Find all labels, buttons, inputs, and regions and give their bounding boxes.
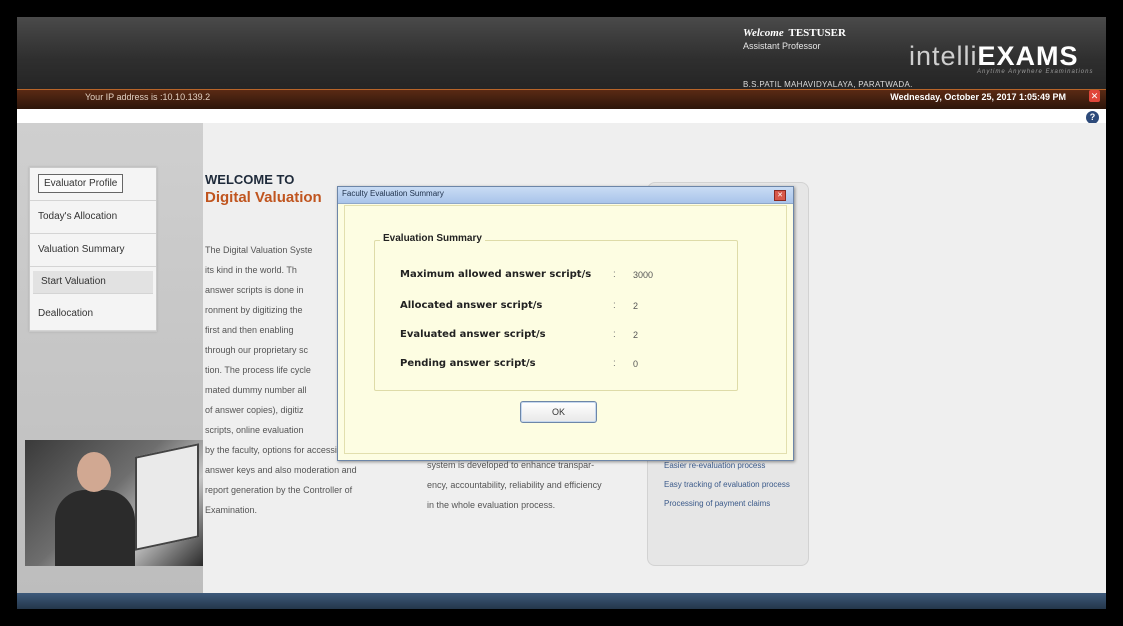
toolbar-strip	[17, 109, 1106, 123]
sidebar-menu: Evaluator Profile Today's Allocation Val…	[29, 167, 157, 332]
professor-photo	[25, 440, 203, 566]
header: Your IP address is :10.10.139.2 Welcome …	[17, 17, 1106, 110]
row-label-allocated: Allocated answer script/s	[400, 300, 543, 311]
value-max-allowed: 3000	[633, 270, 654, 280]
welcome-user: Welcome TESTUSER	[743, 27, 846, 39]
separator: :	[613, 329, 616, 340]
logout-icon[interactable]: ✕	[1089, 90, 1100, 102]
ip-address-text: Your IP address is :10.10.139.2	[85, 92, 211, 102]
intro-text-column-2: system is developed to enhance transpar-…	[427, 460, 602, 510]
intelliexams-logo: intelliEXAMS	[909, 41, 1079, 71]
separator: :	[613, 269, 616, 280]
value-allocated: 2	[633, 301, 639, 311]
user-role: Assistant Professor	[743, 41, 821, 51]
feature-item: Easier re-evaluation process	[664, 461, 766, 470]
row-label-evaluated: Evaluated answer script/s	[400, 329, 546, 340]
sidebar-item-start-valuation[interactable]: Start Valuation	[33, 271, 153, 294]
value-evaluated: 2	[633, 330, 639, 340]
feature-item: Processing of payment claims	[664, 499, 771, 508]
college-name: B.S.PATIL MAHAVIDYALAYA, PARATWADA.	[743, 80, 913, 89]
sidebar-item-label: Today's Allocation	[38, 211, 118, 222]
value-pending: 0	[633, 359, 639, 369]
logo-tagline: Anytime Anywhere Examinations	[977, 69, 1094, 75]
sidebar-item-todays-allocation[interactable]: Today's Allocation	[30, 201, 156, 234]
page-title: Digital Valuation	[205, 189, 322, 206]
welcome-label: Welcome	[743, 27, 784, 39]
app-window: Your IP address is :10.10.139.2 Welcome …	[17, 17, 1106, 609]
sidebar-item-label: Evaluator Profile	[38, 174, 124, 193]
sidebar-item-valuation-summary[interactable]: Valuation Summary	[30, 234, 156, 267]
close-icon[interactable]: ✕	[774, 190, 786, 201]
ok-button[interactable]: OK	[520, 401, 597, 423]
summary-legend: Evaluation Summary	[380, 233, 485, 244]
row-label-max-allowed: Maximum allowed answer script/s	[400, 269, 592, 280]
feature-item: Easy tracking of evaluation process	[664, 480, 790, 489]
sidebar-item-deallocation[interactable]: Deallocation	[30, 298, 156, 331]
dialog-titlebar[interactable]: Faculty Evaluation Summary ✕	[338, 187, 793, 204]
sidebar-item-evaluator-profile[interactable]: Evaluator Profile	[30, 168, 156, 201]
footer-bar	[17, 593, 1106, 609]
sidebar-item-label: Start Valuation	[41, 276, 106, 287]
datetime: Wednesday, October 25, 2017 1:05:49 PM	[890, 92, 1066, 102]
dialog-title: Faculty Evaluation Summary	[342, 189, 444, 198]
welcome-heading: WELCOME TO	[205, 172, 295, 187]
features-list: Easier re-evaluation process Easy tracki…	[664, 461, 794, 518]
separator: :	[613, 358, 616, 369]
username: TESTUSER	[788, 27, 846, 39]
separator: :	[613, 300, 616, 311]
evaluation-summary-dialog: Faculty Evaluation Summary ✕ Evaluation …	[337, 186, 794, 461]
row-label-pending: Pending answer script/s	[400, 358, 536, 369]
sidebar-item-label: Deallocation	[38, 308, 94, 319]
sidebar-item-label: Valuation Summary	[38, 244, 125, 255]
